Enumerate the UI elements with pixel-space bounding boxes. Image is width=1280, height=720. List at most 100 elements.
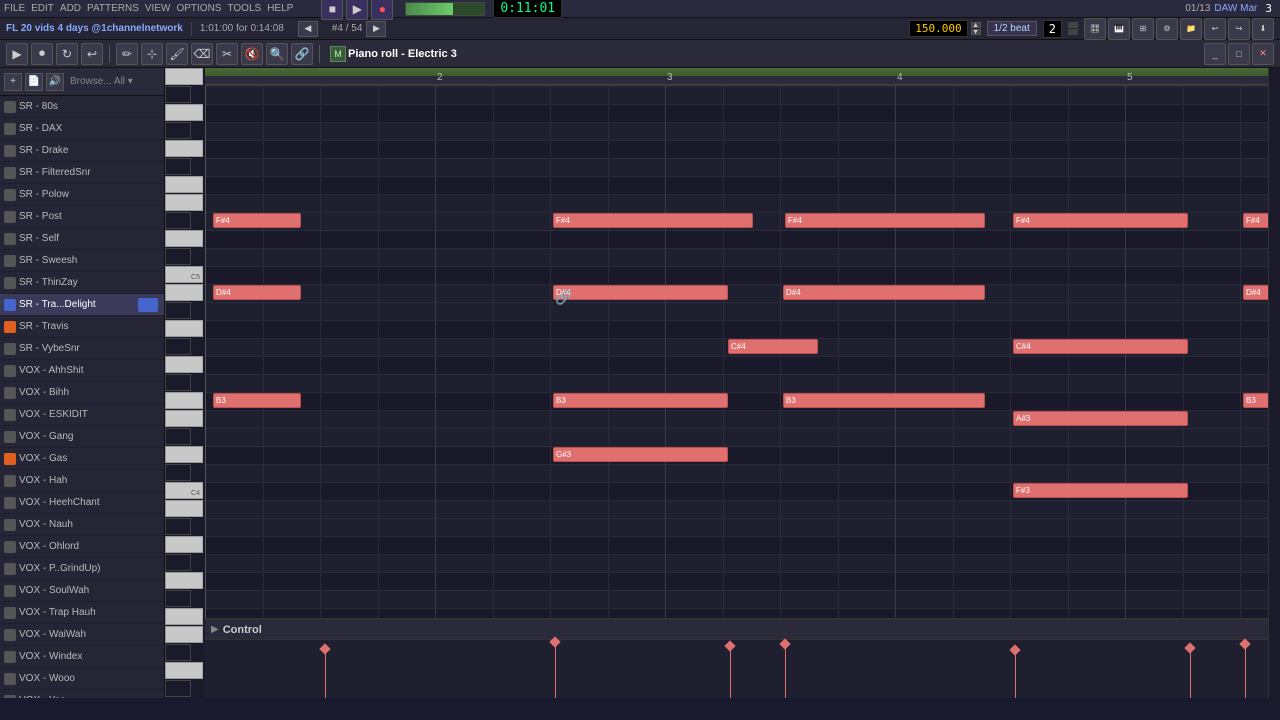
close-btn[interactable]: ✕ (1252, 43, 1274, 65)
piano-black-key-5[interactable] (165, 158, 191, 175)
track-item-26[interactable]: VOX - Wooo (0, 668, 164, 690)
track-item-17[interactable]: VOX - Hah (0, 470, 164, 492)
note-block-12[interactable]: B3 (553, 393, 728, 408)
timeline[interactable]: 2345 (205, 68, 1268, 86)
piano-black-key-17[interactable] (165, 374, 191, 391)
piano-white-key-7[interactable] (165, 194, 203, 211)
mixer-btn[interactable]: 🎛 (1084, 18, 1106, 40)
note-block-6[interactable]: D#4 (553, 285, 728, 300)
erase-tool[interactable]: ⌫ (191, 43, 213, 65)
piano-black-key-34[interactable] (165, 680, 191, 697)
track-item-6[interactable]: SR - Self (0, 228, 164, 250)
track-item-2[interactable]: SR - Drake (0, 140, 164, 162)
piano-black-key-15[interactable] (165, 338, 191, 355)
note-block-1[interactable]: F#4 (553, 213, 753, 228)
play-button[interactable]: ▶ (346, 0, 368, 20)
piano-black-key-25[interactable] (165, 518, 191, 535)
note-block-9[interactable]: C#4 (728, 339, 818, 354)
track-item-24[interactable]: VOX - WaiWah (0, 624, 164, 646)
mute-tool[interactable]: 🔇 (241, 43, 263, 65)
menu-file[interactable]: FILE (4, 3, 25, 14)
track-item-18[interactable]: VOX - HeehChant (0, 492, 164, 514)
piano-white-key-0[interactable] (165, 68, 203, 85)
note-block-11[interactable]: B3 (213, 393, 301, 408)
piano-black-key-27[interactable] (165, 554, 191, 571)
menu-view[interactable]: VIEW (145, 3, 171, 14)
piano-white-key-11[interactable]: C5 (165, 266, 203, 283)
menu-edit[interactable]: EDIT (31, 3, 54, 14)
menu-add[interactable]: ADD (60, 3, 81, 14)
note-block-16[interactable]: G#3 (553, 447, 728, 462)
note-block-7[interactable]: D#4 (783, 285, 985, 300)
note-block-15[interactable]: A#3 (1013, 411, 1188, 426)
piano-white-key-23[interactable]: C4 (165, 482, 203, 499)
note-block-3[interactable]: F#4 (1013, 213, 1188, 228)
stop-button[interactable]: ■ (321, 0, 343, 20)
control-diamond-4[interactable] (1009, 644, 1020, 655)
note-block-13[interactable]: B3 (783, 393, 985, 408)
control-diamond-0[interactable] (319, 643, 330, 654)
piano-black-key-20[interactable] (165, 428, 191, 445)
track-item-4[interactable]: SR - Polow (0, 184, 164, 206)
num-up[interactable] (1068, 22, 1078, 28)
control-diamond-5[interactable] (1184, 642, 1195, 653)
undo-tool[interactable]: ↩ (81, 43, 103, 65)
track-item-27[interactable]: VOX - Yea (0, 690, 164, 698)
track-item-11[interactable]: SR - VybeSnr (0, 338, 164, 360)
numerator-display[interactable]: 2 (1043, 20, 1062, 38)
menu-items[interactable]: FILE EDIT ADD PATTERNS VIEW OPTIONS TOOL… (4, 3, 293, 14)
down-btn[interactable]: ⬇ (1252, 18, 1274, 40)
note-block-5[interactable]: D#4 (213, 285, 301, 300)
speaker-btn[interactable]: 🔊 (46, 73, 64, 91)
track-item-12[interactable]: VOX - AhhShit (0, 360, 164, 382)
pencil-tool[interactable]: ✏ (116, 43, 138, 65)
minimize-btn[interactable]: _ (1204, 43, 1226, 65)
piano-white-key-6[interactable] (165, 176, 203, 193)
track-item-23[interactable]: VOX - Trap Hauh (0, 602, 164, 624)
piano-white-key-16[interactable] (165, 356, 203, 373)
piano-white-key-30[interactable] (165, 608, 203, 625)
track-item-10[interactable]: SR - Travis (0, 316, 164, 338)
track-item-1[interactable]: SR - DAX (0, 118, 164, 140)
note-block-14[interactable]: B3 (1243, 393, 1268, 408)
loop-tool[interactable]: ↻ (56, 43, 78, 65)
piano-white-key-26[interactable] (165, 536, 203, 553)
piano-black-key-13[interactable] (165, 302, 191, 319)
track-item-5[interactable]: SR - Post (0, 206, 164, 228)
redo-btn[interactable]: ↪ (1228, 18, 1250, 40)
control-diamond-3[interactable] (779, 638, 790, 649)
num-down[interactable] (1068, 29, 1078, 35)
track-item-8[interactable]: SR - ThinZay (0, 272, 164, 294)
menu-options[interactable]: OPTIONS (176, 3, 221, 14)
track-item-0[interactable]: SR - 80s (0, 96, 164, 118)
track-item-22[interactable]: VOX - SoulWah (0, 580, 164, 602)
record-button[interactable]: ● (371, 0, 393, 20)
undo-btn[interactable]: ↩ (1204, 18, 1226, 40)
menu-help[interactable]: HELP (267, 3, 293, 14)
note-block-8[interactable]: D#4 (1243, 285, 1268, 300)
control-grid[interactable] (205, 640, 1268, 698)
menu-tools[interactable]: TOOLS (227, 3, 261, 14)
channel-btn[interactable]: ⊞ (1132, 18, 1154, 40)
note-block-10[interactable]: C#4 (1013, 339, 1188, 354)
piano-black-key-22[interactable] (165, 464, 191, 481)
track-item-16[interactable]: VOX - Gas (0, 448, 164, 470)
track-item-7[interactable]: SR - Sweesh (0, 250, 164, 272)
piano-white-key-31[interactable] (165, 626, 203, 643)
right-scrollbar[interactable] (1268, 68, 1280, 698)
tempo-display[interactable]: 150.000 (909, 20, 967, 37)
piano-btn[interactable]: 🎹 (1108, 18, 1130, 40)
beat-setting[interactable]: 1/2 beat (987, 21, 1037, 36)
piano-white-key-21[interactable] (165, 446, 203, 463)
piano-black-key-29[interactable] (165, 590, 191, 607)
track-item-9[interactable]: SR - Tra...Delight (0, 294, 164, 316)
piano-black-key-32[interactable] (165, 644, 191, 661)
notes-grid[interactable]: 🔗 F#4F#4F#4F#4F#4D#4D#4D#4D#4C#4C#4B3B3B… (205, 86, 1268, 618)
browse-btn[interactable]: Browse... All ▾ (70, 76, 133, 87)
tempo-up[interactable]: ▲ (971, 22, 981, 28)
piano-black-key-1[interactable] (165, 86, 191, 103)
piano-white-key-12[interactable] (165, 284, 203, 301)
control-expand-icon[interactable]: ▶ (211, 624, 219, 635)
tempo-down[interactable]: ▼ (971, 29, 981, 35)
piano-keys[interactable]: C5C4C3 (165, 68, 205, 698)
